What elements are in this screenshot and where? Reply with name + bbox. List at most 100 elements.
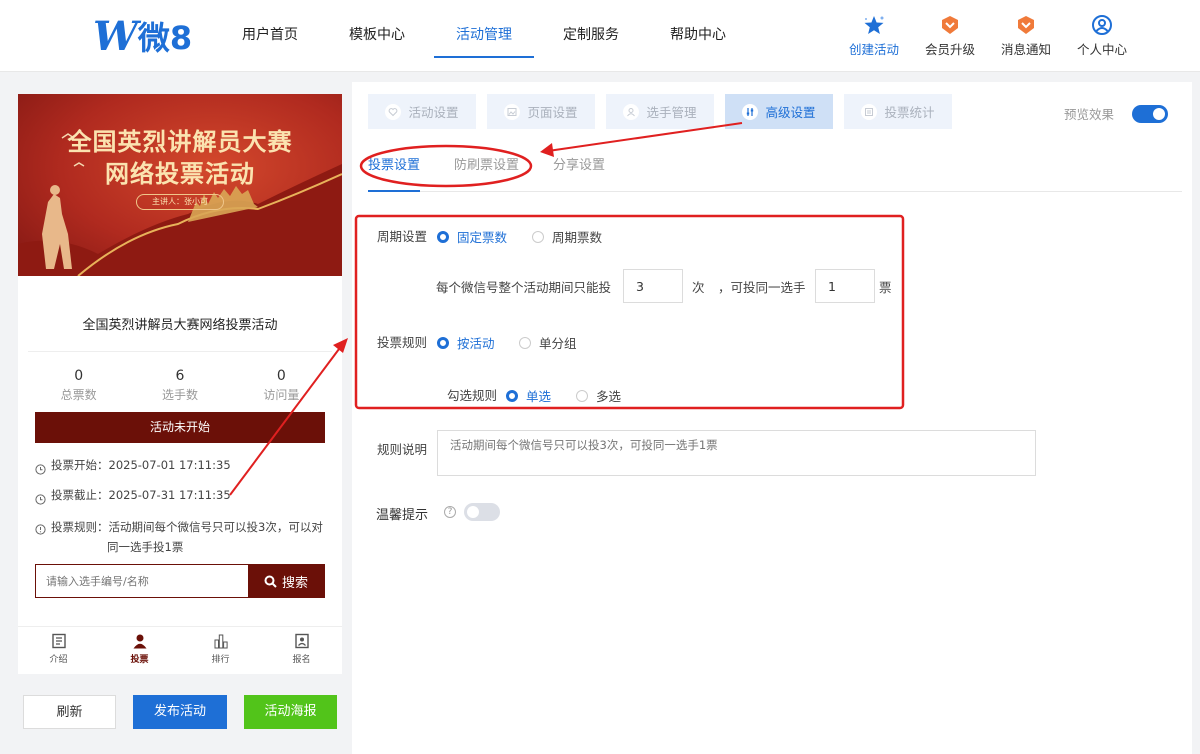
question-icon[interactable]: ? bbox=[444, 506, 456, 518]
tab-ranking-label: 排行 bbox=[211, 655, 230, 665]
vote-rule-label: 投票规则 bbox=[377, 335, 428, 350]
search-button-label: 搜索 bbox=[281, 575, 308, 591]
step-advanced-settings[interactable]: 高级设置 bbox=[725, 94, 833, 129]
subtab-share-settings[interactable]: 分享设置 bbox=[553, 154, 605, 192]
step-contestant-management[interactable]: 选手管理 bbox=[606, 94, 714, 129]
same-contestant-votes-input[interactable] bbox=[815, 269, 875, 303]
vote-rule-row: 投票规则：活动期间每个微信号只可以投3次，可以对 同一选手投1票 bbox=[35, 513, 325, 557]
create-activity-button[interactable]: 创建活动 bbox=[836, 14, 912, 58]
rule-description-textarea[interactable] bbox=[437, 430, 1036, 476]
tab-vote-label: 投票 bbox=[130, 655, 149, 665]
main-nav: 用户首页 模板中心 活动管理 定制服务 帮助中心 bbox=[220, 0, 755, 72]
tab-ranking[interactable]: 排行 bbox=[180, 627, 261, 674]
tab-vote[interactable]: 投票 bbox=[99, 627, 180, 674]
vote-limit-prefix: 每个微信号整个活动期间只能投 bbox=[436, 280, 612, 295]
cycle-fixed-radio[interactable]: 固定票数 bbox=[437, 227, 507, 246]
preview-bottom-tabs: 介绍 投票 排行 报名 bbox=[18, 626, 342, 674]
cycle-period-radio[interactable]: 周期票数 bbox=[532, 227, 602, 246]
vote-same-prefix: ，可投同一选手 bbox=[718, 280, 806, 295]
logo[interactable]: W 微8 bbox=[93, 13, 193, 60]
clock-icon bbox=[35, 483, 51, 513]
radio-label: 周期票数 bbox=[552, 230, 603, 245]
tab-intro-label: 介绍 bbox=[49, 655, 68, 665]
settings-steps: 活动设置 页面设置 选手管理 高级设置 投票统计 bbox=[368, 94, 963, 129]
nav-activity-management[interactable]: 活动管理 bbox=[434, 0, 534, 58]
preview-effect-toggle[interactable] bbox=[1132, 104, 1168, 123]
step-page-settings[interactable]: 页面设置 bbox=[487, 94, 595, 129]
radio-dot bbox=[437, 230, 449, 243]
member-upgrade-button[interactable]: 会员升级 bbox=[912, 14, 988, 58]
preview-effect-label: 预览效果 bbox=[1063, 107, 1114, 122]
search-icon bbox=[264, 575, 277, 588]
subtab-anti-fraud-settings[interactable]: 防刷票设置 bbox=[454, 154, 519, 192]
diamond-badge-icon bbox=[912, 14, 988, 36]
activity-poster-button[interactable]: 活动海报 bbox=[244, 695, 337, 729]
banner-title-line-1: 全国英烈讲解员大赛 bbox=[67, 127, 293, 156]
message-badge-icon bbox=[988, 14, 1064, 36]
advanced-subtabs: 投票设置 防刷票设置 分享设置 bbox=[368, 154, 1182, 192]
step-label: 选手管理 bbox=[646, 105, 697, 120]
vote-end-text: 投票截止：2025-07-31 17:11:35 bbox=[51, 488, 231, 502]
header-actions: 创建活动 会员升级 消息通知 个人中心 bbox=[836, 14, 1140, 58]
vote-rule-text: 投票规则：活动期间每个微信号只可以投3次，可以对 同一选手投1票 bbox=[51, 520, 323, 554]
stat-total-votes: 0 总票数 bbox=[28, 368, 129, 412]
banner-title-line-2: 网络投票活动 bbox=[105, 159, 255, 188]
create-activity-label: 创建活动 bbox=[848, 42, 899, 57]
clock-icon bbox=[35, 453, 51, 483]
step-vote-statistics[interactable]: 投票统计 bbox=[844, 94, 952, 129]
stat-label: 访问量 bbox=[263, 388, 300, 402]
warm-tip-toggle[interactable] bbox=[464, 503, 500, 521]
radio-label: 多选 bbox=[596, 389, 622, 404]
search-button[interactable]: 搜索 bbox=[248, 565, 324, 597]
nav-custom-service[interactable]: 定制服务 bbox=[541, 0, 641, 58]
personal-center-label: 个人中心 bbox=[1076, 42, 1127, 57]
refresh-button[interactable]: 刷新 bbox=[23, 695, 116, 729]
sliders-icon bbox=[742, 103, 759, 120]
stat-value: 0 bbox=[74, 368, 84, 384]
personal-center-button[interactable]: 个人中心 bbox=[1064, 14, 1140, 58]
nav-help-center[interactable]: 帮助中心 bbox=[648, 0, 748, 58]
radio-dot bbox=[506, 389, 518, 402]
radio-dot bbox=[437, 336, 449, 349]
radio-label: 固定票数 bbox=[457, 230, 508, 245]
top-header: W 微8 用户首页 模板中心 活动管理 定制服务 帮助中心 创建活动 会员升级 … bbox=[0, 0, 1200, 72]
vote-times-unit: 次 bbox=[692, 280, 705, 295]
tab-register[interactable]: 报名 bbox=[261, 627, 342, 674]
stat-value: 6 bbox=[175, 368, 185, 384]
logo-text: 微8 bbox=[137, 19, 193, 57]
subtab-vote-settings[interactable]: 投票设置 bbox=[368, 154, 421, 192]
user-icon bbox=[623, 103, 640, 120]
stat-contestants: 6 选手数 bbox=[129, 368, 230, 412]
step-label: 活动设置 bbox=[408, 105, 459, 120]
select-single-radio[interactable]: 单选 bbox=[506, 386, 551, 405]
nav-template-center[interactable]: 模板中心 bbox=[327, 0, 427, 58]
heart-icon bbox=[385, 103, 402, 120]
notifications-button[interactable]: 消息通知 bbox=[988, 14, 1064, 58]
contestant-search-input[interactable] bbox=[36, 565, 248, 597]
stat-label: 选手数 bbox=[161, 388, 198, 402]
rule-by-activity-radio[interactable]: 按活动 bbox=[437, 333, 495, 352]
radio-dot bbox=[576, 389, 588, 402]
rule-description-label: 规则说明 bbox=[377, 442, 428, 457]
tab-register-label: 报名 bbox=[292, 655, 311, 665]
vote-info: 投票开始：2025-07-01 17:11:35 投票截止：2025-07-31… bbox=[28, 453, 332, 557]
rule-by-group-radio[interactable]: 单分组 bbox=[519, 333, 577, 352]
stat-value: 0 bbox=[276, 368, 286, 384]
nav-user-home[interactable]: 用户首页 bbox=[220, 0, 320, 58]
vote-times-input[interactable] bbox=[623, 269, 683, 303]
warm-tip-label: 温馨提示 bbox=[376, 508, 429, 523]
banner-speaker: 主讲人：张小可 bbox=[136, 194, 224, 210]
tab-intro[interactable]: 介绍 bbox=[18, 627, 99, 674]
select-multi-radio[interactable]: 多选 bbox=[576, 386, 621, 405]
notifications-label: 消息通知 bbox=[1000, 42, 1051, 57]
cycle-setting-label: 周期设置 bbox=[377, 229, 428, 244]
radio-dot bbox=[532, 230, 544, 243]
info-icon bbox=[35, 517, 51, 557]
publish-activity-button[interactable]: 发布活动 bbox=[133, 695, 227, 729]
radio-label: 按活动 bbox=[457, 336, 495, 351]
contestant-search: 搜索 bbox=[35, 564, 325, 598]
document-icon bbox=[18, 633, 99, 652]
list-icon bbox=[861, 103, 878, 120]
step-activity-settings[interactable]: 活动设置 bbox=[368, 94, 476, 129]
mobile-preview: 全国英烈讲解员大赛 网络投票活动 主讲人：张小可 全国英烈讲解员大赛网络投票活动… bbox=[18, 94, 342, 674]
